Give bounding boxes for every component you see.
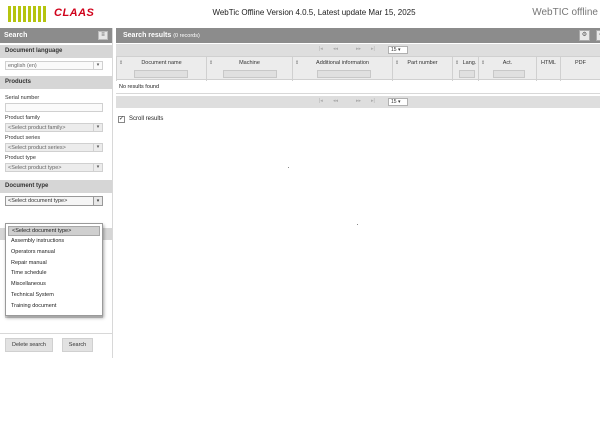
section-document-language: Document language [0, 45, 112, 58]
column-header-label: Document name [141, 60, 182, 66]
scroll-results-checkbox[interactable]: ✓ [118, 116, 125, 123]
brand-name: WebTIC offline [532, 7, 598, 18]
column-header-label: Part number [407, 60, 438, 66]
first-page-icon[interactable]: |◂ [319, 98, 323, 104]
product-family-label: Product family [5, 115, 40, 121]
dropdown-option[interactable]: <Select document type> [8, 226, 100, 236]
gear-icon[interactable]: ⚙ [579, 30, 590, 41]
search-actions: Delete search Search [0, 333, 113, 357]
no-results-message: No results found [116, 80, 600, 94]
document-language-value: english (en) [8, 63, 37, 69]
product-family-value: <Select product family> [8, 125, 66, 131]
chevron-down-icon: ▾ [93, 124, 102, 131]
dropdown-option[interactable]: Time schedule [6, 268, 102, 279]
search-button[interactable]: Search [62, 338, 93, 352]
column-header-label: HTML [541, 60, 556, 66]
document-language-select[interactable]: english (en) ▾ [5, 61, 103, 70]
filter-input[interactable] [223, 70, 277, 78]
last-page-icon[interactable]: ▸| [371, 46, 375, 52]
results-title: Search results [123, 32, 172, 39]
column-html[interactable]: HTML [536, 57, 560, 81]
dropdown-option[interactable]: Assembly instructions [6, 236, 102, 247]
page-size-select[interactable]: 15 ▾ [388, 46, 408, 54]
product-type-label: Product type [5, 155, 36, 161]
product-type-select[interactable]: <Select product type> ▾ [5, 163, 103, 172]
filter-input[interactable] [493, 70, 525, 78]
scroll-results-label: Scroll results [129, 116, 164, 122]
document-type-value: <Select document type> [8, 198, 68, 204]
document-type-dropdown: <Select document type> Assembly instruct… [5, 223, 103, 316]
search-panel-header: Search ≡ [0, 28, 112, 43]
column-header-label: Machine [239, 60, 260, 66]
product-family-select[interactable]: <Select product family> ▾ [5, 123, 103, 132]
page-size-value: 15 [391, 47, 397, 53]
dropdown-option[interactable]: Training document [6, 301, 102, 312]
results-header: Search results (0 records) ⚙ ▫ [116, 28, 600, 43]
dropdown-option[interactable]: Technical System [6, 290, 102, 301]
collapse-panel-icon[interactable]: ≡ [98, 31, 108, 40]
dropdown-option[interactable]: Miscellaneous [6, 279, 102, 290]
column-header-label: Act. [502, 60, 513, 66]
results-table-header: ⇕ Document name ⇕ Machine ⇕ Additional i… [116, 56, 600, 81]
delete-search-button[interactable]: Delete search [5, 338, 53, 352]
column-language[interactable]: ⇕ Lang. [452, 57, 478, 81]
dropdown-option[interactable]: Operators manual [6, 247, 102, 258]
results-panel: Search results (0 records) ⚙ ▫ |◂ ◂◂ ▸▸ … [116, 28, 600, 125]
speck [357, 224, 358, 225]
bottom-pager: |◂ ◂◂ ▸▸ ▸| 15 ▾ [116, 96, 600, 108]
product-series-select[interactable]: <Select product series> ▾ [5, 143, 103, 152]
chevron-down-icon: ▾ [93, 62, 102, 69]
chevron-down-icon: ▾ [93, 164, 102, 171]
panel-edge-icon[interactable]: ▫ [596, 30, 600, 41]
column-pdf[interactable]: PDF [560, 57, 600, 81]
column-active[interactable]: ⇕ Act. [478, 57, 536, 81]
first-page-icon[interactable]: |◂ [319, 46, 323, 52]
speck [288, 167, 289, 168]
column-part-number[interactable]: ⇕ Part number [392, 57, 452, 81]
page-size-select[interactable]: 15 ▾ [388, 98, 408, 106]
app-header: CLAAS WebTic Offline Version 4.0.5, Late… [0, 0, 600, 28]
product-type-value: <Select product type> [8, 165, 62, 171]
search-panel-title: Search [4, 32, 28, 39]
filter-input[interactable] [459, 70, 475, 78]
serial-number-input[interactable] [5, 103, 103, 112]
column-header-label: Additional information [316, 60, 369, 66]
column-machine[interactable]: ⇕ Machine [206, 57, 292, 81]
next-page-icon[interactable]: ▸▸ [356, 46, 361, 52]
product-series-label: Product series [5, 135, 41, 141]
top-pager: |◂ ◂◂ ▸▸ ▸| 15 ▾ [116, 44, 600, 56]
filter-input[interactable] [134, 70, 188, 78]
prev-page-icon[interactable]: ◂◂ [333, 46, 338, 52]
section-document-type: Document type [0, 180, 112, 193]
scroll-results-row: ✓ Scroll results [116, 115, 600, 125]
chevron-down-icon: ▾ [93, 144, 102, 151]
page-size-value: 15 [391, 99, 397, 105]
prev-page-icon[interactable]: ◂◂ [333, 98, 338, 104]
product-series-value: <Select product series> [8, 145, 66, 151]
column-additional-information[interactable]: ⇕ Additional information [292, 57, 392, 81]
results-count: (0 records) [173, 33, 200, 39]
chevron-down-icon: ▾ [93, 197, 102, 205]
section-products: Products [0, 76, 112, 89]
column-header-label: PDF [575, 60, 586, 66]
next-page-icon[interactable]: ▸▸ [356, 98, 361, 104]
document-type-select[interactable]: <Select document type> ▾ [5, 196, 103, 206]
serial-number-label: Serial number [5, 95, 40, 101]
last-page-icon[interactable]: ▸| [371, 98, 375, 104]
column-document-name[interactable]: ⇕ Document name [116, 57, 206, 81]
dropdown-option[interactable]: Repair manual [6, 258, 102, 269]
app-title: WebTic Offline Version 4.0.5, Latest upd… [212, 8, 416, 17]
filter-input[interactable] [317, 70, 371, 78]
